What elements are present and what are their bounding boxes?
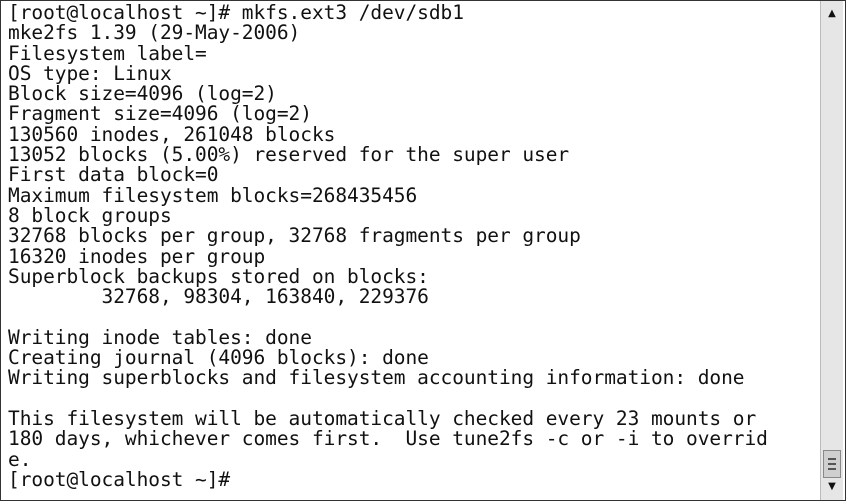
terminal-output[interactable]: [root@localhost ~]# mkfs.ext3 /dev/sdb1 m… <box>8 1 818 491</box>
scroll-up-arrow-icon[interactable]: ▲ <box>821 5 843 23</box>
terminal-line: Superblock backups stored on blocks: <box>8 264 429 288</box>
terminal-line: Block size=4096 (log=2) <box>8 82 277 106</box>
shell-prompt: [root@localhost ~]# <box>8 467 231 491</box>
grip-line <box>828 463 836 465</box>
terminal-line: Writing inode tables: done <box>8 325 312 349</box>
terminal-line: 13052 blocks (5.00%) reserved for the su… <box>8 143 570 167</box>
terminal-line: This filesystem will be automatically ch… <box>8 406 757 430</box>
grip-line <box>828 458 836 460</box>
scrollbar-thumb[interactable] <box>823 450 841 478</box>
terminal-line: 32768, 98304, 163840, 229376 <box>8 285 429 309</box>
scroll-down-arrow-icon[interactable]: ▼ <box>821 478 843 496</box>
terminal-line: 180 days, whichever comes first. Use tun… <box>8 427 768 451</box>
terminal-line: Writing superblocks and filesystem accou… <box>8 366 745 390</box>
terminal-window[interactable]: [root@localhost ~]# mkfs.ext3 /dev/sdb1 m… <box>0 0 846 501</box>
terminal-line: mke2fs 1.39 (29-May-2006) <box>8 21 301 45</box>
terminal-line: Filesystem label= <box>8 41 207 65</box>
terminal-line: 32768 blocks per group, 32768 fragments … <box>8 224 581 248</box>
terminal-line: Fragment size=4096 (log=2) <box>8 102 312 126</box>
terminal-line: 8 block groups <box>8 203 172 227</box>
terminal-line: Creating journal (4096 blocks): done <box>8 346 429 370</box>
vertical-scrollbar[interactable]: ▲ ▼ <box>820 1 843 500</box>
terminal-line: First data block=0 <box>8 163 219 187</box>
terminal-line: Maximum filesystem blocks=268435456 <box>8 183 418 207</box>
terminal-line: [root@localhost ~]# mkfs.ext3 /dev/sdb1 <box>8 1 464 24</box>
terminal-line: 130560 inodes, 261048 blocks <box>8 122 336 146</box>
terminal-line: 16320 inodes per group <box>8 244 266 268</box>
terminal-line: OS type: Linux <box>8 61 172 85</box>
terminal-line: e. <box>8 447 32 471</box>
grip-line <box>828 468 836 470</box>
